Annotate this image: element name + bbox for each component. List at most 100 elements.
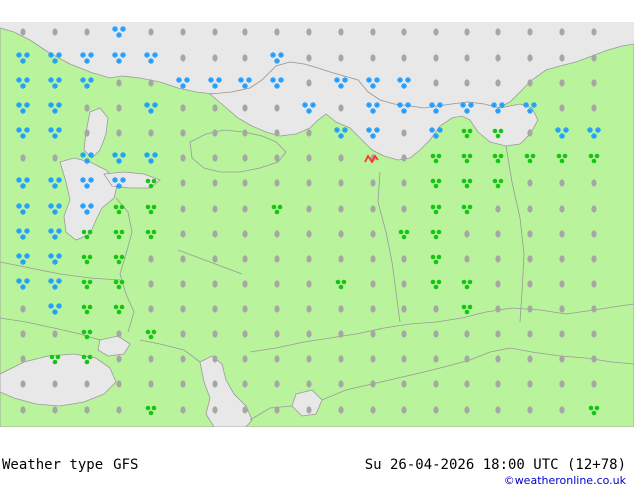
no-weather-dot	[338, 255, 344, 263]
no-weather-dot	[306, 355, 312, 363]
no-weather-dot	[591, 54, 597, 62]
no-weather-dot	[242, 230, 248, 238]
no-weather-dot	[370, 355, 376, 363]
no-weather-dot	[401, 355, 407, 363]
no-weather-dot	[591, 280, 597, 288]
no-weather-dot	[559, 305, 565, 313]
no-weather-dot	[559, 179, 565, 187]
no-weather-dot	[52, 406, 58, 414]
no-weather-dot	[338, 54, 344, 62]
no-weather-dot	[495, 255, 501, 263]
no-weather-dot	[306, 380, 312, 388]
no-weather-dot	[116, 355, 122, 363]
no-weather-dot	[370, 179, 376, 187]
no-weather-dot	[495, 380, 501, 388]
no-weather-dot	[559, 205, 565, 213]
no-weather-dot	[148, 355, 154, 363]
no-weather-dot	[433, 28, 439, 36]
no-weather-dot	[527, 129, 533, 137]
no-weather-dot	[212, 129, 218, 137]
no-weather-dot	[274, 230, 280, 238]
no-weather-dot	[212, 305, 218, 313]
no-weather-dot	[180, 104, 186, 112]
no-weather-dot	[401, 179, 407, 187]
no-weather-dot	[212, 205, 218, 213]
no-weather-dot	[242, 255, 248, 263]
no-weather-dot	[338, 28, 344, 36]
no-weather-dot	[52, 28, 58, 36]
no-weather-dot	[527, 355, 533, 363]
no-weather-dot	[338, 154, 344, 162]
no-weather-dot	[464, 255, 470, 263]
no-weather-dot	[370, 255, 376, 263]
no-weather-dot	[401, 129, 407, 137]
no-weather-dot	[180, 154, 186, 162]
no-weather-dot	[242, 330, 248, 338]
no-weather-dot	[338, 305, 344, 313]
no-weather-dot	[591, 179, 597, 187]
no-weather-dot	[527, 330, 533, 338]
no-weather-dot	[401, 154, 407, 162]
no-weather-dot	[84, 129, 90, 137]
product-title: Weather type	[2, 457, 104, 473]
no-weather-dot	[338, 230, 344, 238]
no-weather-dot	[306, 28, 312, 36]
no-weather-dot	[274, 380, 280, 388]
no-weather-dot	[433, 380, 439, 388]
no-weather-dot	[495, 79, 501, 87]
no-weather-dot	[274, 129, 280, 137]
no-weather-dot	[401, 205, 407, 213]
no-weather-dot	[370, 330, 376, 338]
no-weather-dot	[306, 255, 312, 263]
no-weather-dot	[180, 355, 186, 363]
no-weather-dot	[20, 330, 26, 338]
no-weather-dot	[212, 179, 218, 187]
no-weather-dot	[242, 305, 248, 313]
no-weather-dot	[370, 230, 376, 238]
no-weather-dot	[495, 355, 501, 363]
no-weather-dot	[338, 406, 344, 414]
no-weather-dot	[116, 406, 122, 414]
no-weather-dot	[242, 28, 248, 36]
no-weather-dot	[338, 380, 344, 388]
no-weather-dot	[464, 355, 470, 363]
no-weather-dot	[84, 380, 90, 388]
map-title: Weather type GFS	[2, 457, 148, 473]
no-weather-dot	[242, 104, 248, 112]
no-weather-dot	[212, 330, 218, 338]
no-weather-dot	[464, 79, 470, 87]
no-weather-dot	[527, 79, 533, 87]
no-weather-dot	[180, 280, 186, 288]
no-weather-dot	[212, 380, 218, 388]
no-weather-dot	[559, 54, 565, 62]
no-weather-dot	[148, 280, 154, 288]
site-credit-link[interactable]: ©weatheronline.co.uk	[504, 474, 626, 487]
no-weather-dot	[242, 406, 248, 414]
no-weather-dot	[370, 28, 376, 36]
no-weather-dot	[464, 406, 470, 414]
no-weather-dot	[180, 380, 186, 388]
no-weather-dot	[527, 205, 533, 213]
no-weather-dot	[306, 305, 312, 313]
no-weather-dot	[242, 380, 248, 388]
no-weather-dot	[401, 54, 407, 62]
no-weather-dot	[274, 305, 280, 313]
no-weather-dot	[148, 129, 154, 137]
no-weather-dot	[180, 129, 186, 137]
no-weather-dot	[148, 28, 154, 36]
no-weather-dot	[148, 255, 154, 263]
no-weather-dot	[274, 255, 280, 263]
no-weather-dot	[20, 28, 26, 36]
no-weather-dot	[559, 255, 565, 263]
no-weather-dot	[20, 380, 26, 388]
no-weather-dot	[559, 79, 565, 87]
no-weather-dot	[338, 104, 344, 112]
no-weather-dot	[274, 355, 280, 363]
no-weather-dot	[433, 330, 439, 338]
no-weather-dot	[591, 380, 597, 388]
no-weather-dot	[338, 330, 344, 338]
no-weather-dot	[116, 104, 122, 112]
no-weather-dot	[148, 79, 154, 87]
no-weather-dot	[52, 330, 58, 338]
no-weather-dot	[527, 380, 533, 388]
